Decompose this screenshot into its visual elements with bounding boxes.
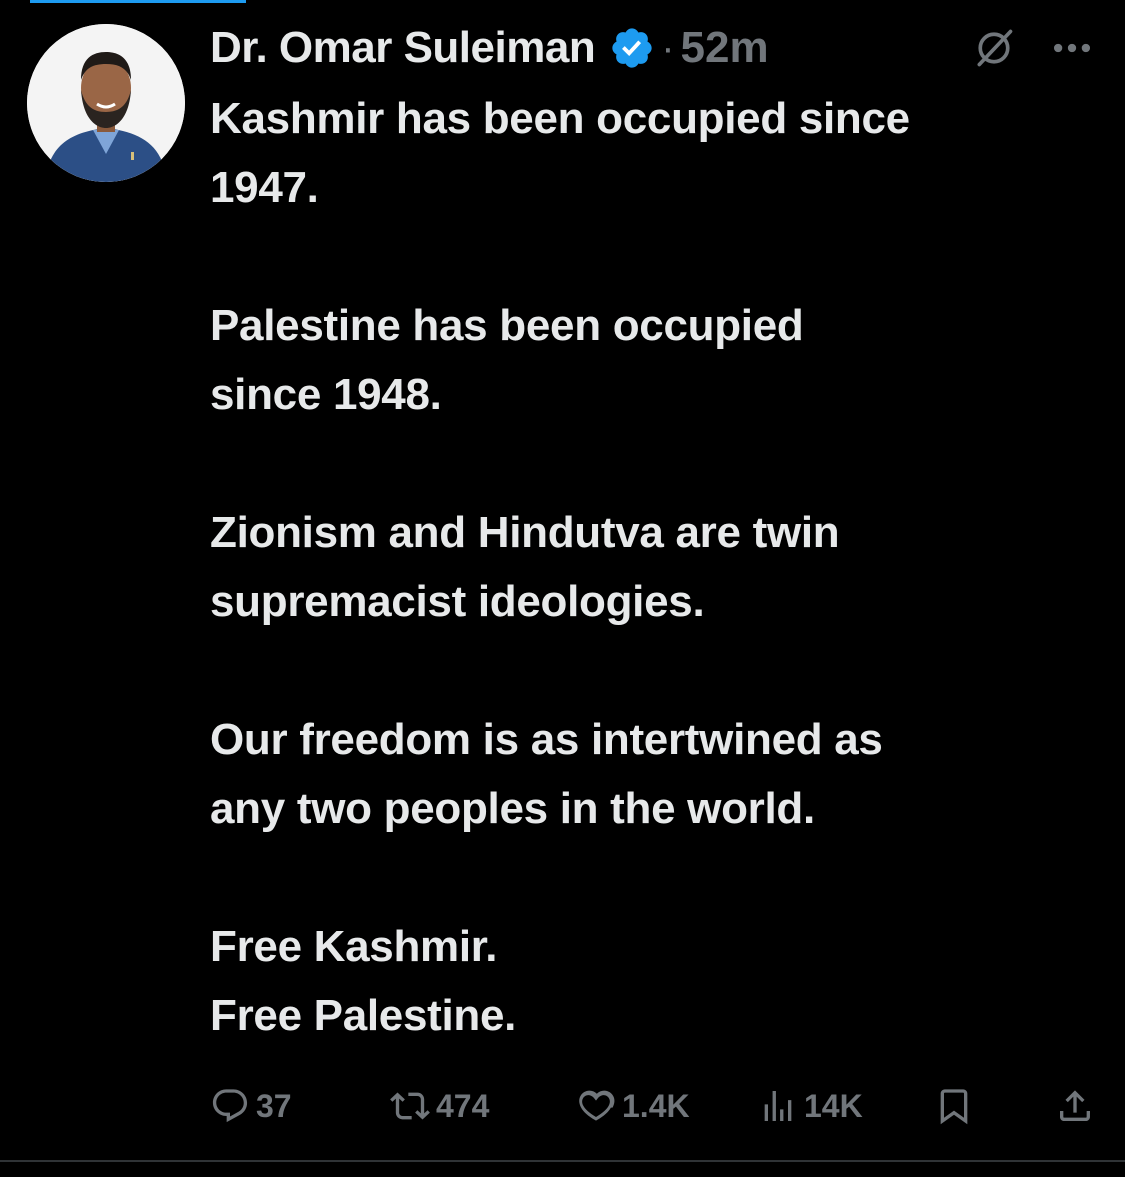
reply-icon (212, 1089, 248, 1123)
tweet-line: Kashmir has been occupied since (210, 94, 910, 143)
reply-count: 37 (256, 1087, 292, 1124)
like-button[interactable]: 1.4K (576, 1080, 690, 1132)
repost-button[interactable]: 474 (390, 1080, 489, 1132)
tweet-line: 1947. (210, 163, 319, 212)
divider (0, 1160, 1125, 1162)
tweet-line: Our freedom is as intertwined as (210, 715, 883, 764)
tweet-line: since 1948. (210, 370, 442, 419)
heart-icon (579, 1090, 615, 1121)
tweet-line: Palestine has been occupied (210, 301, 804, 350)
more-icon[interactable] (1046, 26, 1098, 70)
verified-badge-icon (612, 28, 652, 68)
tweet-line: any two peoples in the world. (210, 784, 815, 833)
tweet-line: Free Palestine. (210, 991, 517, 1040)
tweet[interactable]: Dr. Omar Suleiman · 52m Kashmir has been… (0, 0, 1125, 1162)
tweet-line: Zionism and Hindutva are twin (210, 508, 840, 557)
views-button[interactable]: 14K (758, 1080, 863, 1132)
repost-icon (390, 1092, 430, 1120)
tweet-line: supremacist ideologies. (210, 577, 705, 626)
bookmark-icon (940, 1089, 968, 1125)
tweet-body: Kashmir has been occupied since 1947. Pa… (210, 84, 1090, 1050)
tweet-line: Free Kashmir. (210, 922, 498, 971)
author-name[interactable]: Dr. Omar Suleiman (210, 23, 596, 73)
action-bar: 37 474 1.4K 14K (210, 1080, 1100, 1132)
reply-button[interactable]: 37 (210, 1080, 292, 1132)
tweet-header: Dr. Omar Suleiman · 52m (210, 22, 1110, 74)
share-icon (1060, 1090, 1090, 1121)
share-button[interactable] (1055, 1080, 1101, 1132)
view-count: 14K (804, 1087, 863, 1124)
grok-icon[interactable] (972, 26, 1016, 70)
avatar[interactable] (27, 24, 185, 182)
like-count: 1.4K (622, 1087, 690, 1124)
separator-dot: · (661, 25, 675, 70)
repost-count: 474 (436, 1087, 490, 1124)
bookmark-button[interactable] (934, 1080, 980, 1132)
analytics-icon (764, 1091, 792, 1121)
timestamp[interactable]: 52m (681, 23, 769, 73)
